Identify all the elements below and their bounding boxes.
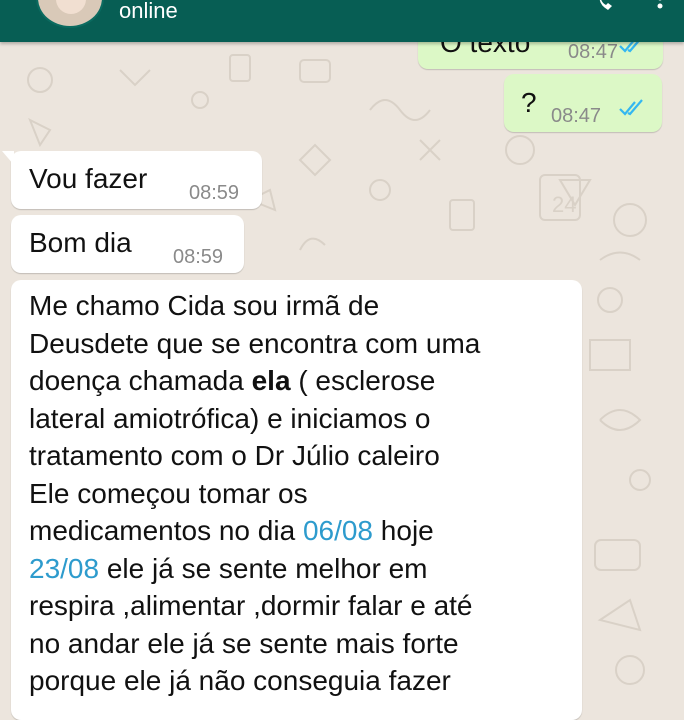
message-body: Me chamo Cida sou irmã de Deusdete que s…: [29, 287, 480, 700]
line-text: doença chamada: [29, 365, 252, 396]
message-line: respira ,alimentar ,dormir falar e até: [29, 590, 473, 621]
message-line: Deusdete que se encontra com uma: [29, 327, 481, 359]
message-line: medicamentos no dia 06/08 hoje: [29, 512, 480, 550]
message-line: lateral amiotrófica) e iniciamos o: [29, 402, 431, 434]
more-options-icon[interactable]: [648, 0, 672, 14]
message-text: ?: [521, 87, 537, 118]
contact-avatar[interactable]: [36, 0, 104, 28]
message-bubble-incoming-long[interactable]: Me chamo Cida sou irmã de Deusdete que s…: [11, 280, 582, 720]
message-bubble-incoming[interactable]: Bom dia 08:59: [11, 215, 244, 273]
bubble-tail: [2, 151, 14, 165]
message-time: 08:47: [551, 105, 602, 127]
message-text: Vou fazer: [29, 163, 148, 194]
message-line: doença chamada ela ( esclerose: [29, 362, 480, 400]
date-link[interactable]: 23/08: [29, 553, 99, 584]
message-line: no andar ele já se sente mais forte: [29, 627, 459, 659]
message-bubble-incoming[interactable]: Vou fazer 08:59: [2, 151, 262, 209]
message-line: Ele começou tomar os: [29, 477, 308, 509]
message-time: 08:59: [189, 182, 240, 204]
line-text: medicamentos no dia: [29, 515, 303, 546]
svg-text:24: 24: [552, 192, 576, 217]
message-line: porque ele já não conseguia fazer: [29, 665, 451, 696]
bold-text: ela: [251, 365, 291, 396]
message-line: 23/08 ele já se sente melhor em: [29, 550, 480, 588]
contact-status: online: [119, 0, 178, 23]
line-text: hoje: [373, 515, 434, 546]
message-text: Bom dia: [29, 227, 132, 258]
line-text: ( esclerose: [290, 365, 436, 396]
message-line: tratamento com o Dr Júlio caleiro: [29, 440, 440, 471]
message-time: 08:59: [173, 246, 224, 268]
avatar-face: [56, 0, 86, 14]
call-icon[interactable]: [596, 0, 620, 14]
line-text: ele já se sente melhor em: [99, 552, 428, 584]
chat-header: online: [0, 0, 684, 42]
message-bubble-outgoing[interactable]: ? 08:47: [504, 74, 662, 132]
read-receipt-icon: [619, 99, 643, 116]
date-link[interactable]: 06/08: [303, 515, 373, 546]
message-line: Me chamo Cida sou irmã de: [29, 290, 380, 321]
